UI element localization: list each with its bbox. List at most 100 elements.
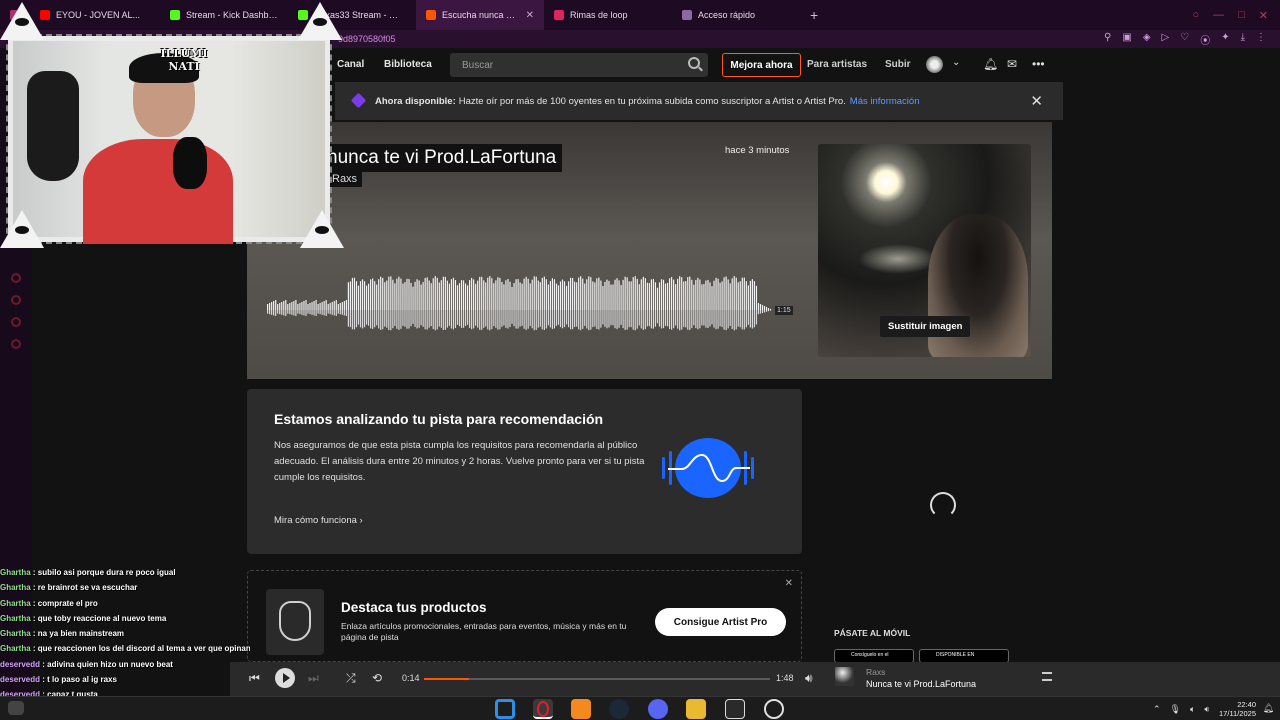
close-icon[interactable]: ✕: [785, 578, 793, 589]
shield-icon[interactable]: ◈: [1143, 32, 1151, 47]
steam-icon[interactable]: [609, 699, 629, 719]
waveform-bar-reflection: [329, 310, 331, 315]
banner-more-link[interactable]: Más información: [850, 96, 920, 107]
previous-icon[interactable]: ⏮: [249, 671, 260, 686]
chat-message: Ghartha : na ya bien mainstream: [0, 626, 250, 641]
waveform-bar: [765, 307, 768, 310]
track-artist[interactable]: Raxs: [327, 171, 363, 187]
browser-tab[interactable]: EYOU - JOVEN AL...: [30, 0, 160, 30]
now-playing-artwork[interactable]: [835, 667, 854, 686]
waveform-bar-reflection: [493, 310, 495, 327]
discord-icon[interactable]: [648, 699, 668, 719]
waveform-bar-reflection: [584, 310, 586, 326]
waveform-bar-reflection: [741, 310, 743, 330]
announcement-banner: Ahora disponible: Hazte oír por más de 1…: [335, 82, 1063, 120]
app-store-badge[interactable]: Consíguelo en el: [834, 649, 914, 663]
sidebar-app-icon[interactable]: [11, 295, 21, 305]
widgets-icon[interactable]: [8, 701, 24, 715]
chevron-down-icon[interactable]: ⌄: [952, 57, 960, 68]
repeat-icon[interactable]: ⟲: [372, 671, 382, 685]
analysis-title: Estamos analizando tu pista para recomen…: [274, 411, 604, 427]
chat-separator: :: [30, 598, 38, 608]
nav-home[interactable]: Canal: [337, 59, 364, 70]
shuffle-icon[interactable]: ⤮: [346, 671, 356, 686]
minimize-icon[interactable]: —: [1213, 9, 1224, 22]
waveform-bar: [321, 302, 323, 310]
play-icon[interactable]: ▷: [1162, 32, 1170, 47]
duration: 1:48: [776, 673, 794, 683]
obs-icon[interactable]: [764, 699, 784, 719]
how-it-works-link[interactable]: Mira cómo funciona ›: [274, 515, 363, 526]
play-button[interactable]: [275, 668, 295, 688]
search-icon[interactable]: [688, 57, 700, 69]
progress-bar[interactable]: [424, 678, 770, 680]
waveform-bar: [638, 284, 640, 310]
download-icon[interactable]: ⤓: [1241, 32, 1245, 47]
microphone-icon[interactable]: 🎙︎: [1170, 704, 1181, 715]
browser-tab[interactable]: Escucha nunca te vi P ✕: [416, 0, 544, 30]
sidebar-app-icon[interactable]: [11, 339, 21, 349]
clock[interactable]: 22:40 17/11/2025: [1219, 700, 1256, 718]
new-tab-button[interactable]: +: [800, 7, 828, 23]
for-artists-link[interactable]: Para artistas: [807, 59, 867, 70]
maximize-icon[interactable]: □: [1238, 9, 1245, 22]
waveform-bar: [513, 283, 515, 310]
waveform-bar: [662, 279, 665, 310]
waveform-bar: [580, 276, 582, 310]
track-artwork[interactable]: Sustituir imagen: [818, 144, 1031, 357]
browser-tab[interactable]: Rimas de loop: [544, 0, 672, 30]
epic-games-icon[interactable]: [725, 699, 745, 719]
browser-tab[interactable]: Acceso rápido: [672, 0, 800, 30]
waveform-bar-reflection: [323, 310, 325, 316]
now-playing-artist[interactable]: Raxs: [866, 667, 885, 677]
sidebar-app-icon[interactable]: [11, 273, 21, 283]
close-tab-icon[interactable]: ✕: [526, 10, 534, 21]
waveform-bar-reflection: [267, 310, 269, 314]
close-icon[interactable]: ✕: [1030, 92, 1043, 110]
player-bar: ⏮ ⏭ ⤮ ⟲ 0:14 1:48 🔊︎ Raxs Nunca te vi Pr…: [230, 662, 1280, 696]
waveform-bar: [473, 279, 475, 310]
nav-library[interactable]: Biblioteca: [384, 59, 432, 70]
browser-tab[interactable]: Stream - Kick Dashboard: [160, 0, 288, 30]
mail-icon[interactable]: ✉: [1007, 57, 1017, 71]
notification-icon[interactable]: 🔔︎: [1263, 703, 1274, 714]
close-window-icon[interactable]: ✕: [1259, 9, 1268, 22]
search-tabs-icon[interactable]: ○: [1192, 9, 1199, 22]
get-artist-pro-button[interactable]: Consigue Artist Pro: [655, 608, 786, 636]
search-input[interactable]: Buscar: [450, 53, 708, 77]
speaker-icon[interactable]: 🔈︎: [1190, 704, 1195, 715]
vscode-icon[interactable]: [495, 699, 515, 719]
puzzle-icon[interactable]: ✦: [1221, 32, 1229, 47]
waveform[interactable]: [267, 266, 772, 336]
next-icon[interactable]: ⏭: [308, 671, 319, 686]
eye-pyramid-icon: [0, 210, 44, 248]
play-store-badge[interactable]: DISPONIBLE EN: [919, 649, 1009, 663]
volume-icon[interactable]: 🔉︎: [1204, 704, 1210, 715]
upgrade-button[interactable]: Mejora ahora: [722, 53, 801, 77]
bell-icon[interactable]: 🔔︎: [983, 57, 998, 71]
wave-icon[interactable]: ⦿: [1200, 32, 1210, 47]
avatar[interactable]: [926, 56, 943, 73]
waveform-bar: [741, 277, 743, 310]
waveform-bar-reflection: [590, 310, 592, 330]
heart-icon[interactable]: ♡: [1180, 32, 1189, 47]
menu-icon[interactable]: ⋮: [1256, 32, 1266, 47]
more-icon[interactable]: •••: [1032, 57, 1045, 71]
fl-studio-icon[interactable]: [571, 699, 591, 719]
opera-icon[interactable]: [533, 699, 553, 719]
waveform-bar: [422, 282, 424, 310]
file-explorer-icon[interactable]: [686, 699, 706, 719]
waveform-bar: [531, 279, 533, 310]
waveform-bar: [337, 304, 339, 310]
replace-image-button[interactable]: Sustituir imagen: [880, 316, 971, 337]
chevron-up-icon[interactable]: ⌃: [1153, 704, 1161, 715]
screenshot-icon[interactable]: ▣: [1122, 32, 1131, 47]
volume-icon[interactable]: 🔊︎: [805, 671, 813, 686]
sidebar-app-icon[interactable]: [11, 317, 21, 327]
now-playing-title[interactable]: Nunca te vi Prod.LaFortuna: [866, 679, 976, 689]
webcam-guitar: [27, 71, 79, 181]
upload-link[interactable]: Subir: [885, 59, 911, 70]
queue-icon[interactable]: [1042, 672, 1052, 681]
waveform-bar: [396, 278, 398, 310]
pin-icon[interactable]: ⚲: [1104, 32, 1111, 47]
